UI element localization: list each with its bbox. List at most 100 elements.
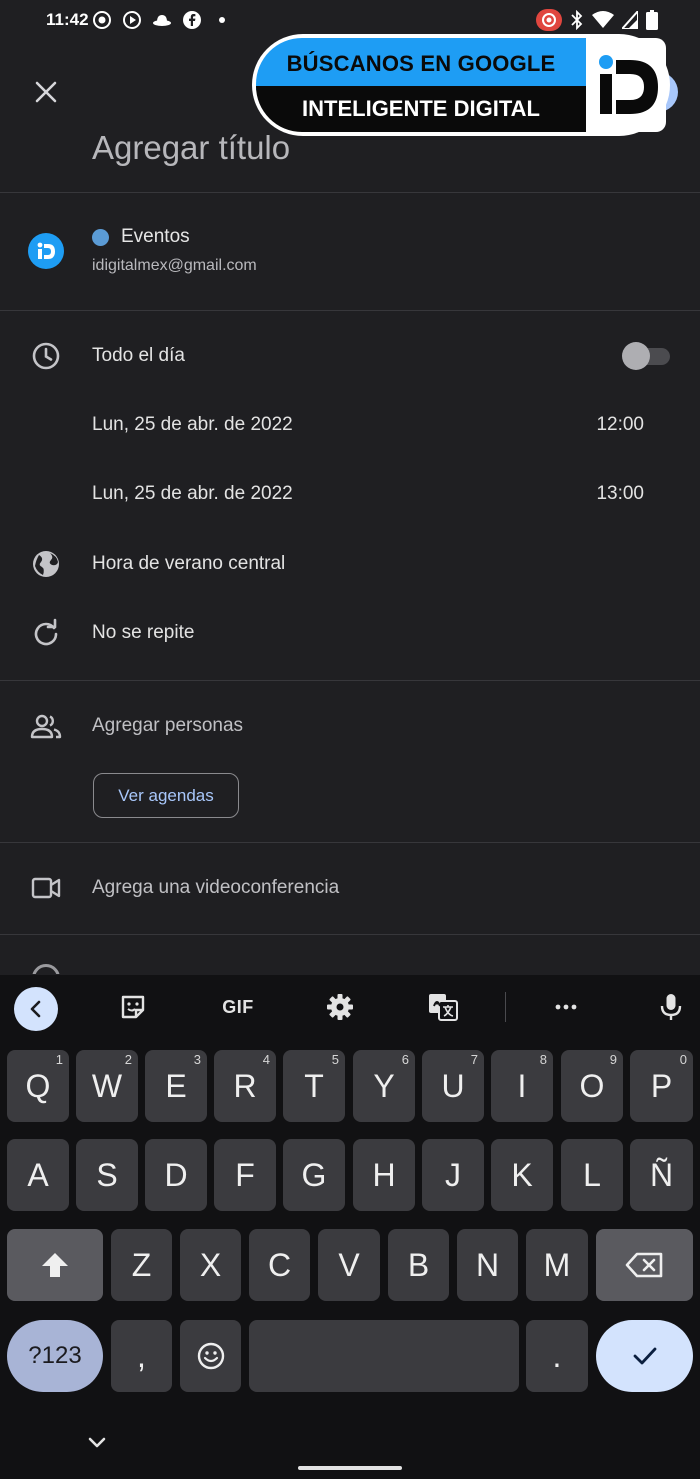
hide-keyboard-chevron-icon[interactable] [84,1430,110,1456]
key[interactable]: Q1 [7,1050,69,1122]
key-label: R [233,1067,257,1104]
key-label: N [475,1246,500,1283]
key[interactable]: J [422,1139,484,1211]
emoji-key[interactable] [180,1320,241,1392]
key-label: Ñ [649,1156,674,1193]
key[interactable]: U7 [422,1050,484,1122]
translate-icon [429,994,458,1021]
shift-arrow-icon [42,1253,68,1277]
close-icon[interactable] [30,76,62,108]
key[interactable]: G [283,1139,345,1211]
toolbar-separator [505,992,506,1022]
key-hint: 0 [679,1052,687,1067]
status-time: 11:42 [46,10,89,29]
end-time[interactable]: 13:00 [596,483,644,505]
record-icon [93,11,111,29]
key[interactable]: Y6 [353,1050,415,1122]
play-icon [123,11,141,29]
timezone-label[interactable]: Hora de verano central [92,553,285,575]
key-label: H [372,1156,396,1193]
key-label: P [650,1067,673,1104]
gif-label: GIF [222,996,254,1017]
key[interactable]: F [214,1139,276,1211]
key-label: T [304,1067,324,1104]
key-hint: 5 [331,1052,339,1067]
key-hint: 2 [124,1052,132,1067]
keyboard-back-button[interactable] [14,987,58,1031]
key[interactable]: B [388,1229,449,1301]
key[interactable]: R4 [214,1050,276,1122]
battery-icon [646,10,658,30]
key-hint: 6 [401,1052,409,1067]
symbols-label: ?123 [28,1342,82,1369]
key-hint: 9 [609,1052,617,1067]
period-label: . [552,1337,562,1374]
key[interactable]: S [76,1139,138,1211]
ad-line2-text: INTELIGENTE DIGITAL [302,96,540,121]
add-people-label[interactable]: Agregar personas [92,715,243,737]
key[interactable]: H [353,1139,415,1211]
key[interactable]: Ñ [630,1139,693,1211]
key-label: E [165,1067,187,1104]
more-notifications-icon [219,17,225,23]
all-day-toggle[interactable] [622,341,670,371]
more-options-button[interactable] [549,990,583,1024]
start-time[interactable]: 12:00 [596,414,644,436]
backspace-key[interactable] [596,1229,693,1301]
key[interactable]: K [491,1139,553,1211]
key[interactable]: M [526,1229,588,1301]
voice-input-button[interactable] [654,990,688,1024]
key[interactable]: X [180,1229,241,1301]
key[interactable]: L [561,1139,623,1211]
key-label: C [267,1246,292,1283]
calendar-account-avatar[interactable] [28,233,64,269]
repeat-label[interactable]: No se repite [92,622,194,644]
keyboard-settings-button[interactable] [323,990,357,1024]
key[interactable]: V [318,1229,380,1301]
key-label: M [543,1246,571,1283]
spacebar-key[interactable] [249,1320,519,1392]
view-agendas-button[interactable]: Ver agendas [93,773,239,818]
key-hint: 7 [470,1052,478,1067]
key-label: V [338,1246,360,1283]
key[interactable]: A [7,1139,69,1211]
divider [0,310,700,311]
divider [0,680,700,681]
key[interactable]: T5 [283,1050,345,1122]
translate-button[interactable] [426,990,460,1024]
symbols-key[interactable]: ?123 [7,1320,103,1392]
chevron-left-icon [30,1000,41,1018]
start-date[interactable]: Lun, 25 de abr. de 2022 [92,414,293,436]
key-label: W [91,1067,123,1104]
divider [0,934,700,935]
key[interactable]: N [457,1229,518,1301]
system-icons [536,9,658,31]
gesture-nav-handle[interactable] [298,1466,402,1470]
key[interactable]: C [249,1229,310,1301]
key[interactable]: I8 [491,1050,553,1122]
screen-record-icon [536,9,562,31]
gif-button[interactable]: GIF [216,990,260,1024]
end-date[interactable]: Lun, 25 de abr. de 2022 [92,483,293,505]
key-label: K [511,1156,533,1193]
sticker-button[interactable] [116,990,150,1024]
key[interactable]: D [145,1139,207,1211]
key-label: J [445,1156,461,1193]
event-title-input[interactable] [92,124,612,172]
comma-key[interactable]: , [111,1320,172,1392]
key-label: X [199,1246,222,1283]
key[interactable]: E3 [145,1050,207,1122]
enter-key[interactable] [596,1320,693,1392]
key[interactable]: Z [111,1229,172,1301]
key[interactable]: O9 [561,1050,623,1122]
key-hint: 1 [55,1052,63,1067]
signal-icon [622,11,638,29]
calendar-name[interactable]: Eventos [121,226,190,248]
shift-key[interactable] [7,1229,103,1301]
key-label: I [517,1067,527,1104]
key[interactable]: P0 [630,1050,693,1122]
key[interactable]: W2 [76,1050,138,1122]
sticker-icon [121,995,145,1019]
add-videoconference-label[interactable]: Agrega una videoconferencia [92,877,339,899]
period-key[interactable]: . [526,1320,588,1392]
